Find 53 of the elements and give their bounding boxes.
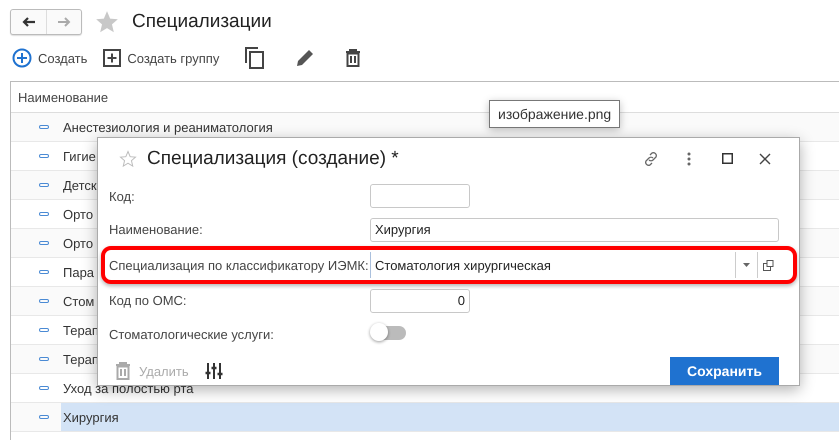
list-item[interactable]: Детск: [61, 171, 97, 199]
pencil-icon: [295, 48, 316, 68]
list-item[interactable]: Орто: [61, 229, 94, 257]
field-label: Специализация по классификатору ИЭМК:: [109, 258, 370, 273]
copy-icon: [245, 47, 266, 69]
settings-button[interactable]: [204, 362, 223, 380]
list-item[interactable]: Пара: [61, 258, 94, 286]
item-icon: [39, 328, 49, 332]
item-icon: [39, 386, 49, 390]
item-icon: [39, 212, 49, 216]
star-icon[interactable]: [119, 150, 137, 168]
star-icon[interactable]: [94, 9, 120, 35]
item-icon: [39, 415, 49, 419]
sliders-icon: [204, 362, 223, 380]
column-header: Наименование: [18, 90, 108, 104]
list-item[interactable]: Гигие: [61, 142, 96, 170]
name-field[interactable]: Хирургия: [370, 218, 779, 242]
code-field[interactable]: [370, 184, 470, 208]
item-icon: [39, 299, 49, 303]
plus-square-icon: [103, 49, 122, 67]
caret-icon: [743, 263, 750, 268]
dialog-title: Специализация (создание) *: [147, 148, 400, 170]
toggle-switch[interactable]: [372, 326, 406, 340]
trash-icon: [345, 49, 362, 67]
field-label: Наименование:: [109, 222, 204, 238]
open-window-icon: [763, 260, 774, 271]
item-icon: [39, 270, 49, 274]
save-button[interactable]: Сохранить: [670, 357, 779, 386]
number-field[interactable]: 0: [370, 288, 470, 313]
tooltip: изображение.png: [489, 100, 620, 128]
create-button[interactable]: Создать: [10, 45, 96, 71]
trash-icon: [115, 362, 131, 380]
combo-field[interactable]: Стоматология хирургическая: [375, 258, 735, 273]
left-arrow-icon: [22, 17, 36, 27]
link-icon: [643, 150, 659, 167]
plus-circle-icon: [12, 48, 32, 68]
list-item[interactable]: Стом: [61, 287, 94, 315]
list-item[interactable]: Хирургия: [61, 403, 839, 431]
item-icon: [39, 154, 49, 158]
list-item[interactable]: Орто: [61, 200, 94, 228]
item-icon: [39, 357, 49, 361]
item-icon: [39, 183, 49, 187]
more-icon: [687, 152, 691, 166]
page-title: Специализации: [132, 11, 272, 33]
field-label: Стоматологические услуги:: [109, 326, 275, 342]
field-label: Код:: [109, 188, 136, 204]
maximize-icon: [722, 153, 732, 164]
create-group-button[interactable]: Создать группу: [101, 45, 228, 71]
item-icon: [39, 241, 49, 245]
right-arrow-icon: [57, 17, 71, 27]
item-icon: [39, 125, 49, 129]
close-icon: [759, 152, 771, 165]
field-label: Код по ОМС:: [109, 293, 188, 308]
